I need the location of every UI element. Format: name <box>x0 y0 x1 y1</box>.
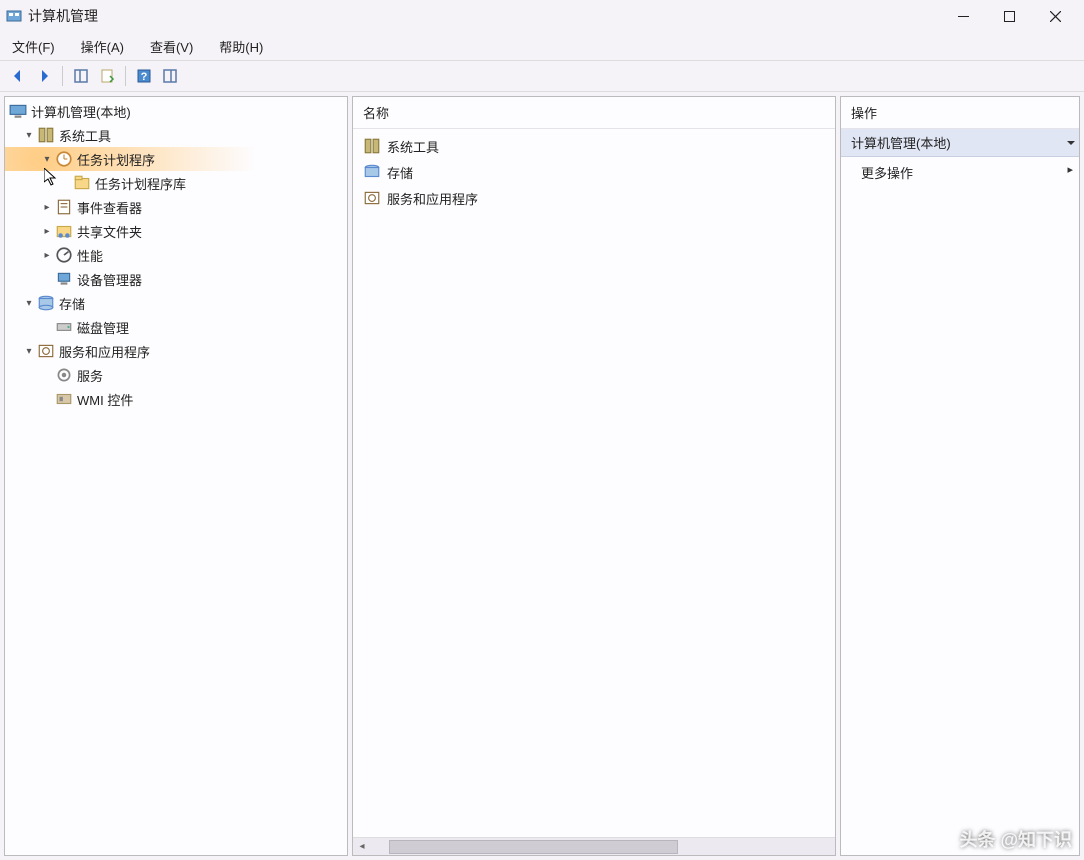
tree-wmi-control[interactable]: WMI 控件 <box>5 387 347 411</box>
actions-header: 操作 <box>841 97 1079 129</box>
minimize-button[interactable] <box>940 0 986 32</box>
tree-pane: 计算机管理(本地) ▾ 系统工具 ▾ 任务计划程序 <box>4 96 348 856</box>
list-item-system-tools[interactable]: 系统工具 <box>359 133 829 159</box>
actions-more[interactable]: 更多操作 <box>841 157 1079 188</box>
expander-icon[interactable]: ▸ <box>41 226 53 237</box>
tree-device-manager[interactable]: 设备管理器 <box>5 267 347 291</box>
system-tools-icon <box>37 126 55 144</box>
computer-management-icon <box>9 102 27 120</box>
toolbar: ? <box>0 60 1084 92</box>
tree-disk-management[interactable]: 磁盘管理 <box>5 315 347 339</box>
tree-services[interactable]: 服务 <box>5 363 347 387</box>
tree-disk-management-label: 磁盘管理 <box>75 318 129 337</box>
device-manager-icon <box>55 270 73 288</box>
menu-help[interactable]: 帮助(H) <box>213 34 269 59</box>
tree-event-viewer-label: 事件查看器 <box>75 198 142 217</box>
tree-wmi-control-label: WMI 控件 <box>75 390 133 409</box>
tree-system-tools[interactable]: ▾ 系统工具 <box>5 123 347 147</box>
event-viewer-icon <box>55 198 73 216</box>
maximize-button[interactable] <box>986 0 1032 32</box>
expander-icon[interactable]: ▾ <box>23 298 35 309</box>
list-header-name[interactable]: 名称 <box>353 97 835 129</box>
system-tools-icon <box>363 137 381 155</box>
show-action-pane-button[interactable] <box>158 64 182 88</box>
storage-icon <box>37 294 55 312</box>
svg-text:?: ? <box>141 71 148 83</box>
window-title: 计算机管理 <box>28 6 98 26</box>
tree-root-label: 计算机管理(本地) <box>29 102 131 121</box>
expander-icon[interactable]: ▸ <box>41 202 53 213</box>
performance-icon <box>55 246 73 264</box>
menubar: 文件(F) 操作(A) 查看(V) 帮助(H) <box>0 32 1084 60</box>
list-pane: 名称 系统工具 存储 服务和应用程序 ◂ <box>352 96 836 856</box>
tree-device-manager-label: 设备管理器 <box>75 270 142 289</box>
library-icon <box>73 174 91 192</box>
show-hide-tree-button[interactable] <box>69 64 93 88</box>
list: 系统工具 存储 服务和应用程序 <box>353 129 835 215</box>
tree-system-tools-label: 系统工具 <box>57 126 111 145</box>
actions-group-title[interactable]: 计算机管理(本地) <box>841 129 1079 157</box>
tree-storage[interactable]: ▾ 存储 <box>5 291 347 315</box>
clock-icon <box>55 150 73 168</box>
tree-event-viewer[interactable]: ▸ 事件查看器 <box>5 195 347 219</box>
tree-root[interactable]: 计算机管理(本地) <box>5 99 347 123</box>
horizontal-scrollbar[interactable]: ◂ <box>353 837 835 855</box>
scrollbar-thumb[interactable] <box>389 840 678 854</box>
actions-pane: 操作 计算机管理(本地) 更多操作 <box>840 96 1080 856</box>
back-button[interactable] <box>6 64 30 88</box>
forward-button[interactable] <box>32 64 56 88</box>
expander-icon[interactable]: ▾ <box>41 154 53 165</box>
tree-shared-folders[interactable]: ▸ 共享文件夹 <box>5 219 347 243</box>
tree-task-scheduler-library[interactable]: 任务计划程序库 <box>5 171 347 195</box>
tree-services-label: 服务 <box>75 366 103 385</box>
storage-icon <box>363 163 381 181</box>
tree-storage-label: 存储 <box>57 294 85 313</box>
tree-services-apps[interactable]: ▾ 服务和应用程序 <box>5 339 347 363</box>
expander-icon[interactable]: ▾ <box>23 346 35 357</box>
app-icon <box>6 8 22 24</box>
tree-services-apps-label: 服务和应用程序 <box>57 342 150 361</box>
tree-performance[interactable]: ▸ 性能 <box>5 243 347 267</box>
help-button[interactable]: ? <box>132 64 156 88</box>
services-apps-icon <box>37 342 55 360</box>
list-item-label: 存储 <box>387 163 413 182</box>
tree-performance-label: 性能 <box>75 246 103 265</box>
titlebar: 计算机管理 <box>0 0 1084 32</box>
list-item-services-apps[interactable]: 服务和应用程序 <box>359 185 829 211</box>
tree: 计算机管理(本地) ▾ 系统工具 ▾ 任务计划程序 <box>5 97 347 413</box>
tree-task-scheduler-label: 任务计划程序 <box>75 150 155 169</box>
expander-icon[interactable]: ▸ <box>41 250 53 261</box>
list-item-storage[interactable]: 存储 <box>359 159 829 185</box>
properties-button[interactable] <box>95 64 119 88</box>
list-item-label: 系统工具 <box>387 137 439 156</box>
close-button[interactable] <box>1032 0 1078 32</box>
scroll-left-arrow[interactable]: ◂ <box>353 841 371 852</box>
tree-task-scheduler[interactable]: ▾ 任务计划程序 <box>5 147 347 171</box>
menu-view[interactable]: 查看(V) <box>144 34 199 59</box>
workspace: 计算机管理(本地) ▾ 系统工具 ▾ 任务计划程序 <box>0 92 1084 860</box>
toolbar-separator <box>62 66 63 86</box>
toolbar-separator <box>125 66 126 86</box>
menu-file[interactable]: 文件(F) <box>6 34 61 59</box>
shared-folders-icon <box>55 222 73 240</box>
wmi-icon <box>55 390 73 408</box>
expander-icon[interactable]: ▾ <box>23 130 35 141</box>
tree-shared-folders-label: 共享文件夹 <box>75 222 142 241</box>
services-apps-icon <box>363 189 381 207</box>
tree-task-scheduler-library-label: 任务计划程序库 <box>93 174 186 193</box>
list-item-label: 服务和应用程序 <box>387 189 478 208</box>
menu-action[interactable]: 操作(A) <box>75 34 130 59</box>
gear-icon <box>55 366 73 384</box>
disk-management-icon <box>55 318 73 336</box>
